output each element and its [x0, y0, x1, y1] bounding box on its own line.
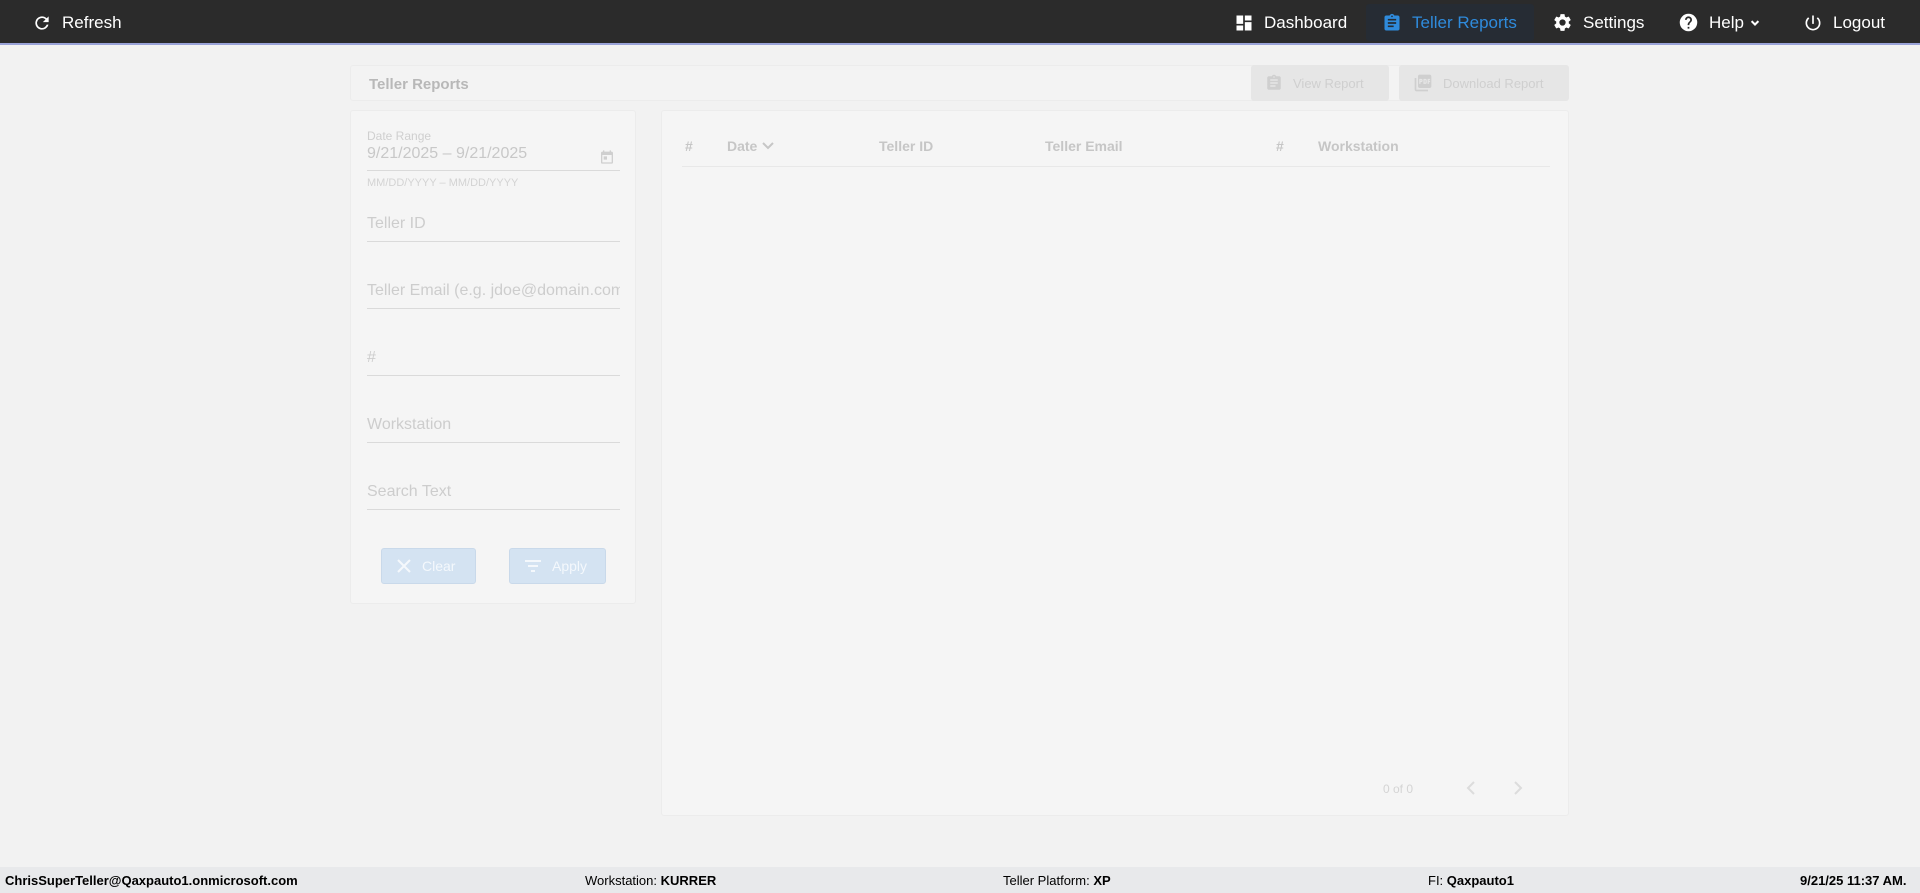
date-range-value: 9/21/2025 – 9/21/2025 [367, 145, 528, 162]
nav-dashboard[interactable]: Dashboard [1234, 0, 1347, 45]
refresh-label: Refresh [62, 12, 122, 32]
footer-fi-value: Qaxpauto1 [1446, 873, 1514, 888]
clear-label: Clear [422, 558, 456, 574]
top-nav-bar: Refresh Dashboard Teller Reports Setting… [0, 0, 1920, 45]
clipboard-icon [1384, 13, 1400, 31]
date-range-label: Date Range [367, 129, 432, 143]
teller-id-input[interactable]: Teller ID [367, 215, 620, 242]
refresh-icon [35, 15, 49, 30]
calendar-icon[interactable] [599, 149, 615, 170]
column-header-date-label: Date [727, 138, 758, 154]
footer-fi-label: FI: [1428, 873, 1444, 888]
status-bar: ChrisSuperTeller@Qaxpauto1.onmicrosoft.c… [0, 867, 1920, 893]
pdf-icon [1414, 74, 1432, 92]
teller-email-placeholder: Teller Email (e.g. jdoe@domain.com) [367, 282, 620, 299]
footer-datetime-value: 9/21/25 11:37 AM. [1800, 873, 1907, 888]
date-range-field[interactable]: Date Range 9/21/2025 – 9/21/2025 [367, 129, 620, 171]
logout-label: Logout [1833, 12, 1885, 32]
next-page-button[interactable] [1512, 779, 1524, 800]
download-report-button[interactable]: Download Report [1399, 65, 1569, 101]
dashboard-icon [1236, 15, 1252, 30]
column-header-workstation[interactable]: Workstation [1318, 138, 1399, 154]
footer-workstation-value: KURRER [660, 873, 717, 888]
prev-page-button[interactable] [1465, 779, 1477, 800]
close-icon [397, 559, 411, 573]
table-header: # Date Teller ID Teller Email # Workstat… [682, 125, 1550, 167]
nav-teller-reports-label: Teller Reports [1412, 12, 1517, 32]
nav-settings[interactable]: Settings [1552, 0, 1644, 45]
clear-button[interactable]: Clear [381, 548, 476, 584]
nav-help[interactable]: Help [1678, 0, 1762, 45]
refresh-button[interactable]: Refresh [32, 0, 122, 45]
column-header-number[interactable]: # [685, 138, 693, 154]
chevron-right-icon [1514, 781, 1523, 795]
results-table: # Date Teller ID Teller Email # Workstat… [661, 110, 1569, 816]
date-range-hint: MM/DD/YYYY – MM/DD/YYYY [367, 177, 519, 189]
workstation-input[interactable]: Workstation [367, 416, 620, 443]
sort-down-icon [762, 142, 775, 150]
footer-user-email: ChrisSuperTeller@Qaxpauto1.onmicrosoft.c… [5, 873, 298, 888]
footer-datetime: 9/21/25 11:37 AM. [1800, 873, 1906, 888]
column-header-date[interactable]: Date [727, 138, 775, 154]
nav-help-label: Help [1709, 12, 1744, 32]
power-icon [1805, 15, 1821, 30]
apply-button[interactable]: Apply [509, 548, 606, 584]
chevron-down-icon [1750, 19, 1760, 26]
workstation-placeholder: Workstation [367, 416, 452, 433]
column-header-count[interactable]: # [1276, 138, 1284, 154]
download-report-label: Download Report [1443, 75, 1544, 91]
chevron-left-icon [1466, 781, 1475, 795]
view-report-label: View Report [1293, 75, 1364, 91]
column-header-teller-email[interactable]: Teller Email [1045, 138, 1123, 154]
clipboard-icon [1267, 74, 1281, 90]
footer-platform-label: Teller Platform: [1003, 873, 1090, 888]
gear-icon [1554, 14, 1571, 31]
filter-icon [525, 560, 541, 572]
number-input[interactable]: # [367, 349, 620, 376]
footer-workstation-label: Workstation: [585, 873, 658, 888]
teller-id-placeholder: Teller ID [367, 215, 426, 232]
footer-workstation: Workstation: KURRER [585, 873, 716, 888]
page-title: Teller Reports [369, 76, 469, 93]
teller-email-input[interactable]: Teller Email (e.g. jdoe@domain.com) [367, 282, 620, 309]
help-icon [1679, 13, 1698, 32]
filter-panel: Date Range 9/21/2025 – 9/21/2025 MM/DD/Y… [350, 110, 636, 604]
footer-platform-value: XP [1093, 873, 1111, 888]
apply-label: Apply [552, 558, 588, 574]
search-text-input[interactable]: Search Text [367, 483, 620, 510]
footer-platform: Teller Platform: XP [1003, 873, 1111, 888]
nav-dashboard-label: Dashboard [1264, 12, 1348, 32]
footer-fi: FI: Qaxpauto1 [1428, 873, 1514, 888]
number-placeholder: # [367, 349, 376, 366]
view-report-button[interactable]: View Report [1251, 65, 1389, 101]
main-content: Teller Reports View Report Download Repo… [0, 47, 1920, 867]
search-text-placeholder: Search Text [367, 483, 452, 500]
nav-teller-reports[interactable]: Teller Reports [1382, 0, 1517, 45]
nav-settings-label: Settings [1583, 12, 1645, 32]
pagination-range: 0 of 0 [1383, 782, 1414, 796]
column-header-teller-id[interactable]: Teller ID [879, 138, 933, 154]
footer-user: ChrisSuperTeller@Qaxpauto1.onmicrosoft.c… [5, 873, 298, 888]
logout-button[interactable]: Logout [1803, 0, 1885, 45]
